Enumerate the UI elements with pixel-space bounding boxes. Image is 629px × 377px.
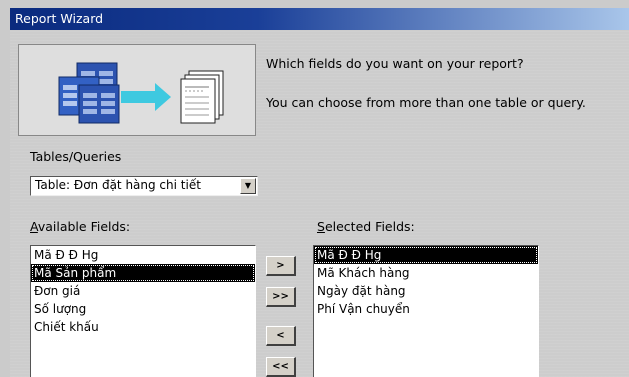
list-item[interactable]: Phí Vận chuyển: [314, 300, 538, 318]
tables-queries-value: Table: Đơn đặt hàng chi tiết: [35, 178, 201, 192]
remove-field-button[interactable]: <: [266, 326, 296, 346]
window-title: Report Wizard: [15, 11, 104, 26]
selected-fields-label: Selected Fields:: [317, 219, 415, 234]
add-field-button[interactable]: >: [266, 256, 296, 276]
list-item[interactable]: Mã Sản phẩm: [31, 264, 255, 282]
available-fields-list[interactable]: Mã Đ Đ Hg Mã Sản phẩm Đơn giá Số lượng Chiết…: [30, 245, 256, 377]
list-item[interactable]: Ngày đặt hàng: [314, 282, 538, 300]
tables-queries-label: Tables/Queries: [30, 149, 122, 164]
list-item[interactable]: Mã Đ Đ Hg: [314, 246, 538, 264]
tables-to-report-icon: [18, 44, 256, 136]
chevron-down-icon[interactable]: ▼: [240, 178, 256, 194]
list-item[interactable]: Đơn giá: [31, 282, 255, 300]
wizard-question: Which fields do you want on your report?: [266, 56, 524, 71]
list-item[interactable]: Mã Đ Đ Hg: [31, 246, 255, 264]
add-all-fields-button[interactable]: >>: [266, 287, 296, 307]
wizard-hint: You can choose from more than one table …: [266, 95, 586, 110]
title-bar: Report Wizard: [10, 8, 629, 30]
list-item[interactable]: Số lượng: [31, 300, 255, 318]
remove-all-fields-button[interactable]: <<: [266, 357, 296, 377]
list-item[interactable]: Chiết khấu: [31, 318, 255, 336]
list-item[interactable]: Mã Khách hàng: [314, 264, 538, 282]
available-fields-label: Available Fields:: [30, 219, 131, 234]
tables-queries-select[interactable]: Table: Đơn đặt hàng chi tiết ▼: [30, 176, 258, 196]
selected-fields-list[interactable]: Mã Đ Đ Hg Mã Khách hàng Ngày đặt hàng Phí V…: [313, 245, 539, 377]
